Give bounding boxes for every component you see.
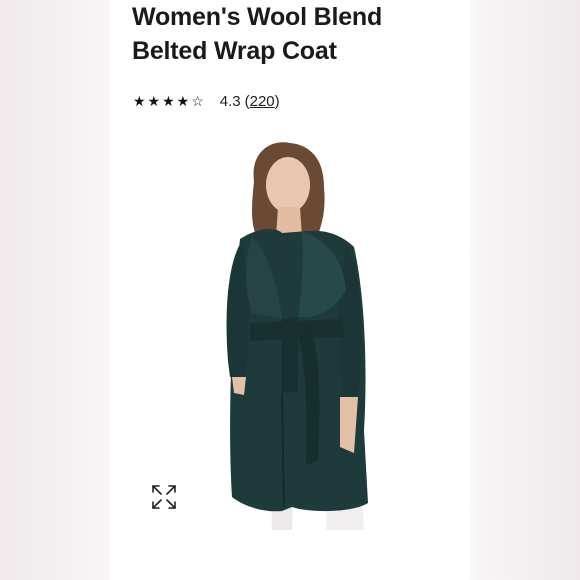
rating-value: 4.3 <box>219 92 241 110</box>
expand-icon <box>152 485 176 509</box>
product-photo-illustration <box>132 141 450 530</box>
product-title-line-1: Women's Wool Blend <box>132 3 383 31</box>
product-rating: ★★★★☆ 4.3 (220) <box>133 90 280 112</box>
rating-stars-icon: ★★★★☆ <box>133 92 206 109</box>
review-count-wrapper: (220) <box>245 93 280 110</box>
product-title-line-2: Belted Wrap Coat <box>132 37 337 65</box>
expand-image-button[interactable] <box>150 483 178 511</box>
review-count-link[interactable]: 220 <box>250 93 275 110</box>
review-close-paren: ) <box>274 92 280 110</box>
product-title: Women's Wool Blend Belted Wrap Coat <box>132 0 452 68</box>
page: Women's Wool Blend Belted Wrap Coat ★★★★… <box>0 0 580 580</box>
product-image[interactable] <box>132 141 450 530</box>
